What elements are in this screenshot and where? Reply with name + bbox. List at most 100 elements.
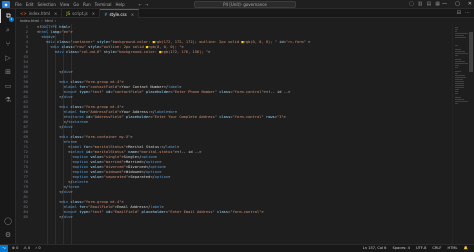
line-code: <label for="EmailField">Email Address</l… bbox=[63, 205, 164, 209]
minimap-line bbox=[455, 45, 458, 46]
layout-toggle-icon[interactable]: ▤ bbox=[427, 0, 432, 9]
minimap-line bbox=[455, 73, 458, 74]
run-debug-icon[interactable]: ▷ bbox=[0, 51, 16, 65]
minimap-line bbox=[455, 87, 464, 88]
encoding-setting[interactable]: UTF-8 bbox=[416, 245, 426, 252]
minimap-line bbox=[455, 79, 464, 80]
line-code: <div class="form-group mt-4"> bbox=[59, 105, 124, 109]
menu-item-help[interactable]: Help bbox=[116, 2, 125, 7]
minimap-line bbox=[455, 103, 458, 104]
account-icon[interactable]: ◯ bbox=[0, 214, 16, 228]
menu-item-terminal[interactable]: Terminal bbox=[95, 2, 112, 7]
menu-item-go[interactable]: Go bbox=[73, 2, 79, 7]
tab-style-css[interactable]: # style.css × bbox=[100, 9, 140, 18]
close-window-button[interactable]: ✕ bbox=[468, 0, 472, 9]
minimize-button[interactable]: — bbox=[442, 0, 447, 9]
line-code: </div> bbox=[59, 70, 73, 74]
menu-item-selection[interactable]: Selection bbox=[37, 2, 55, 7]
cursor-position[interactable]: Ln 157, Col 6 bbox=[363, 245, 387, 252]
more-actions-icon[interactable]: ⋯ bbox=[465, 9, 470, 18]
minimap-line bbox=[455, 67, 458, 68]
tab-index-html[interactable]: <> index.html × bbox=[16, 9, 63, 18]
minimap-line bbox=[455, 99, 464, 100]
code-editor[interactable]: 1 <!DOCTYPE html> 2 <html lang="en"> 3 <body… bbox=[16, 24, 452, 244]
minimap-line bbox=[455, 61, 466, 62]
minimap-line bbox=[455, 93, 458, 94]
split-editor-icon[interactable]: ⊟ bbox=[457, 9, 461, 18]
minimap-line bbox=[455, 81, 464, 82]
layout-toggle-icon[interactable]: ▦ bbox=[435, 0, 440, 9]
minimap[interactable] bbox=[452, 24, 468, 244]
minimap-line bbox=[455, 83, 464, 84]
errors-count[interactable]: ⊗ 0 bbox=[12, 245, 18, 252]
activity-bar: ⧉ ⌕ ⑂ ▷ ⊞ ▭ ⚗ 1 ◯ ⚙ bbox=[0, 9, 16, 244]
extensions-icon[interactable]: ⊞ bbox=[0, 65, 16, 79]
settings-gear-icon[interactable]: ⚙ bbox=[0, 228, 16, 242]
minimap-line bbox=[455, 59, 461, 60]
testing-icon[interactable]: ⚗ bbox=[0, 93, 16, 107]
ports-count[interactable]: ⑃ 0 bbox=[35, 245, 41, 252]
minimap-line bbox=[455, 33, 468, 34]
warnings-count[interactable]: ⚠ 0 bbox=[23, 245, 30, 252]
line-code: <label for="maritalStatus">Marital Statu… bbox=[68, 145, 180, 149]
indentation-setting[interactable]: Spaces: 4 bbox=[392, 245, 409, 252]
scrollbar-thumb[interactable] bbox=[469, 32, 473, 72]
code-line[interactable]: 85 </div> bbox=[16, 215, 452, 220]
editor-scrollbar[interactable] bbox=[468, 24, 474, 244]
search-icon[interactable]: ⌕ bbox=[0, 23, 16, 37]
menu-item-edit[interactable]: Edit bbox=[26, 2, 34, 7]
tab-script-js[interactable]: JS script.js × bbox=[62, 9, 101, 18]
line-code: <input type="text" id="EmailField" place… bbox=[63, 210, 264, 214]
minimap-line bbox=[455, 49, 461, 50]
line-code: <option value="widowed">Widowed</option> bbox=[72, 170, 162, 174]
tab-actions: ⊟ ⋯ bbox=[457, 9, 470, 18]
command-center-search[interactable]: P4 [Unit]- governance bbox=[194, 1, 296, 8]
close-tab-icon[interactable]: × bbox=[54, 9, 57, 18]
menu-bar: File Edit Selection View Go Run Terminal Help bbox=[15, 2, 125, 7]
line-code: <div class="form-group mt-4"> bbox=[59, 200, 124, 204]
layout-toggle-icon[interactable]: ▢ bbox=[409, 0, 414, 9]
close-tab-icon[interactable]: × bbox=[92, 9, 95, 18]
line-code: </select> bbox=[68, 180, 89, 184]
source-control-icon[interactable]: ⑂ bbox=[0, 37, 16, 51]
forward-arrow-icon[interactable]: → bbox=[145, 2, 148, 7]
line-code: </form> bbox=[63, 185, 80, 189]
line-ending-setting[interactable]: CRLF bbox=[432, 245, 441, 252]
minimap-line bbox=[455, 85, 464, 86]
remote-icon[interactable]: ▭ bbox=[0, 79, 16, 93]
minimap-line bbox=[455, 31, 457, 32]
line-code: <option value="separated">Separated</opt… bbox=[72, 175, 171, 179]
minimap-line bbox=[455, 27, 458, 28]
notification-badge: 1 bbox=[9, 17, 14, 22]
maximize-button[interactable]: ▢ bbox=[455, 0, 460, 9]
line-code: <html lang="en"> bbox=[37, 30, 73, 34]
layout-toggle-icon[interactable]: ▥ bbox=[418, 0, 423, 9]
notifications-bell-icon[interactable]: 🔔 bbox=[464, 245, 468, 252]
minimap-line bbox=[455, 53, 468, 54]
back-arrow-icon[interactable]: ← bbox=[139, 2, 142, 7]
layout-controls: ▢ ▥ ▤ ▦ bbox=[409, 0, 440, 9]
line-code: </div> bbox=[59, 125, 73, 129]
explorer-icon[interactable]: ⧉ bbox=[0, 9, 16, 23]
vscode-logo-icon: ◆ bbox=[2, 0, 10, 8]
menu-item-view[interactable]: View bbox=[60, 2, 70, 7]
menu-item-file[interactable]: File bbox=[15, 2, 22, 7]
line-code: <label for="AddressField">Your Address:<… bbox=[63, 110, 178, 114]
minimap-line bbox=[455, 55, 458, 56]
remote-indicator-icon[interactable]: ⌥ bbox=[0, 245, 8, 252]
language-mode[interactable]: HTML bbox=[448, 245, 458, 252]
line-code: </div> bbox=[59, 95, 73, 99]
line-code: <textarea id="AddressField" placeholder=… bbox=[63, 115, 286, 119]
line-code: <input type="text" id="contactField" pla… bbox=[63, 90, 291, 94]
line-code: <div class="row" style="outline: 2px sol… bbox=[50, 45, 184, 49]
status-bar: ⌥ ⊗ 0 ⚠ 0 ⑃ 0 Ln 157, Col 6 Spaces: 4 UTF-8 C… bbox=[0, 244, 474, 252]
line-code: <form> bbox=[63, 140, 78, 144]
line-code: </div> bbox=[59, 215, 73, 219]
line-code: <option value="divorced">Divorced</optio… bbox=[72, 165, 166, 169]
minimap-line bbox=[455, 29, 458, 30]
tab-label: script.js bbox=[72, 11, 88, 16]
minimap-line bbox=[455, 63, 468, 64]
menu-item-run[interactable]: Run bbox=[83, 2, 91, 7]
line-code: <label for="contactField">Your Contact N… bbox=[63, 85, 182, 89]
line-code: <div class="form-group mt-4"> bbox=[59, 80, 124, 84]
